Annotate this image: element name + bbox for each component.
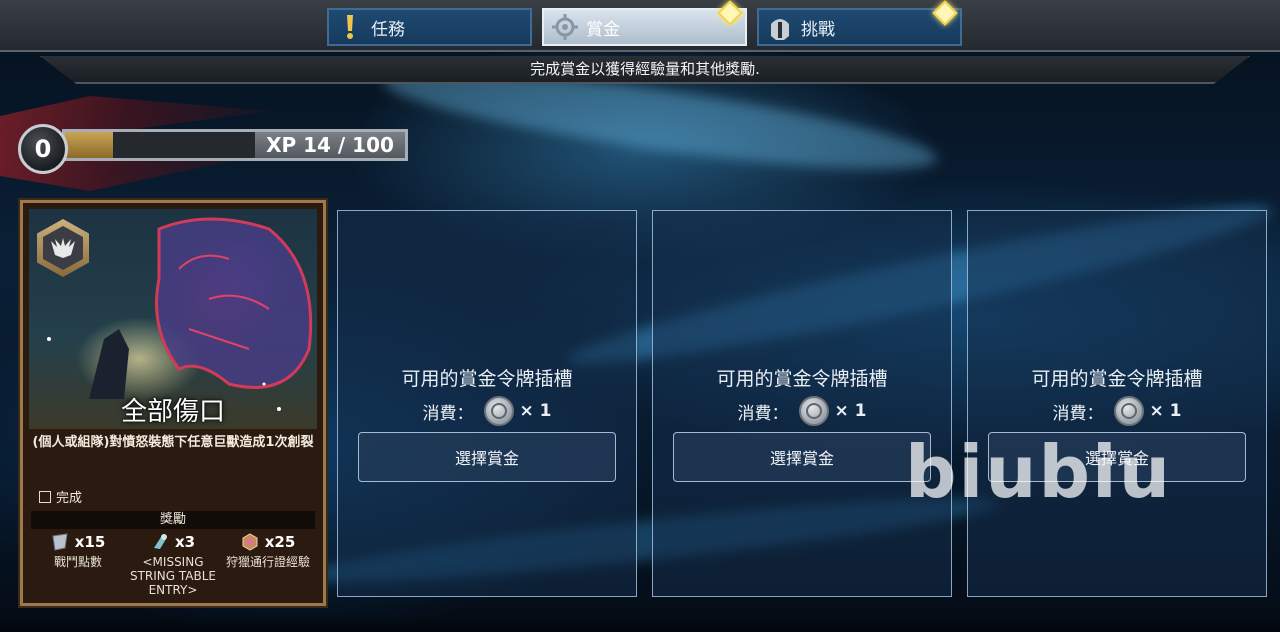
slot-cost: 消費： × 1 (653, 396, 951, 426)
complete-checkbox (39, 490, 51, 503)
watermark: biubiu (905, 430, 1172, 514)
cost-quantity: × 1 (1149, 401, 1182, 421)
bounty-card[interactable]: 全部傷口 (個人或組隊)對憤怒裝態下任意巨獸造成1次創裂 完成 獎勵 x15 戰… (20, 200, 326, 606)
bounty-title: 全部傷口 (120, 397, 225, 427)
level-badge: 0 (18, 124, 68, 174)
cost-label: 消費： (737, 403, 789, 424)
slot-title: 可用的賞金令牌插槽 (1031, 368, 1203, 390)
reward-count: x25 (264, 533, 296, 551)
bounty-slot: 可用的賞金令牌插槽 消費： × 1 選擇賞金 (967, 210, 1267, 597)
reward-count: x3 (174, 533, 196, 551)
tab-challenges[interactable]: 挑戰 (757, 0, 962, 46)
rewards-header: 獎勵 (31, 511, 315, 529)
new-marker-icon (717, 0, 743, 26)
reward-item: x3 <MISSING STRING TABLE ENTRY> (126, 529, 220, 599)
select-bounty-button[interactable]: 選擇賞金 (358, 432, 616, 482)
reward-item: x25 狩獵通行證經驗 (221, 529, 315, 599)
reward-count: x15 (74, 533, 106, 551)
select-bounty-button[interactable]: 選擇賞金 (673, 432, 931, 482)
cost-label: 消費： (1052, 403, 1104, 424)
xp-panel: XP 14 / 100 0 (0, 96, 420, 196)
new-marker-icon (932, 0, 958, 26)
bounty-token-icon (798, 396, 829, 426)
xp-text: XP 14 / 100 (255, 132, 405, 158)
bounty-slot: 可用的賞金令牌插槽 消費： × 1 選擇賞金 (652, 210, 952, 597)
exclamation-icon (337, 14, 363, 40)
bounty-token-icon (483, 396, 514, 426)
tab-label: 任務 (371, 19, 405, 40)
slot-cost: 消費： × 1 (338, 396, 636, 426)
slot-title: 可用的賞金令牌插槽 (716, 368, 888, 390)
bottom-shade (0, 618, 1280, 632)
tab-bounties[interactable]: 賞金 (542, 0, 747, 46)
slot-title: 可用的賞金令牌插槽 (401, 368, 573, 390)
reward-name: 狩獵通行證經驗 (225, 555, 310, 569)
bounty-description: (個人或組隊)對憤怒裝態下任意巨獸造成1次創裂 (32, 435, 314, 450)
cost-quantity: × 1 (834, 401, 867, 421)
reward-item: x15 戰鬥點數 (31, 529, 125, 599)
complete-status: 完成 (39, 487, 82, 506)
rewards-list: x15 戰鬥點數 x3 <MISSING STRING TABLE ENTRY>… (31, 529, 315, 599)
beast-icon (51, 238, 75, 258)
bounty-slot: 可用的賞金令牌插槽 消費： × 1 選擇賞金 (337, 210, 637, 597)
item-icon (153, 534, 167, 549)
xp-progress-fill (65, 132, 113, 158)
bounty-artwork: 全部傷口 (29, 209, 317, 429)
helmet-icon (767, 14, 793, 40)
cost-quantity: × 1 (519, 401, 552, 421)
complete-label: 完成 (56, 491, 83, 506)
reward-name: 戰鬥點數 (53, 555, 102, 569)
xp-progress-bar: XP 14 / 100 (62, 129, 408, 161)
combat-points-icon (52, 533, 68, 551)
bounty-token-icon (1113, 396, 1144, 426)
top-tab-bar: 任務 賞金 挑戰 (0, 0, 1280, 52)
tab-quests[interactable]: 任務 (327, 8, 532, 46)
crosshair-icon (552, 14, 578, 40)
slot-cost: 消費： × 1 (968, 396, 1266, 426)
page-subtitle: 完成賞金以獲得經驗量和其他獎勵. (40, 56, 1250, 84)
tab-label: 挑戰 (801, 19, 835, 40)
cost-label: 消費： (422, 403, 474, 424)
hunt-pass-xp-icon (242, 533, 258, 551)
reward-name: <MISSING STRING TABLE ENTRY> (129, 555, 217, 597)
tab-label: 賞金 (586, 19, 620, 40)
